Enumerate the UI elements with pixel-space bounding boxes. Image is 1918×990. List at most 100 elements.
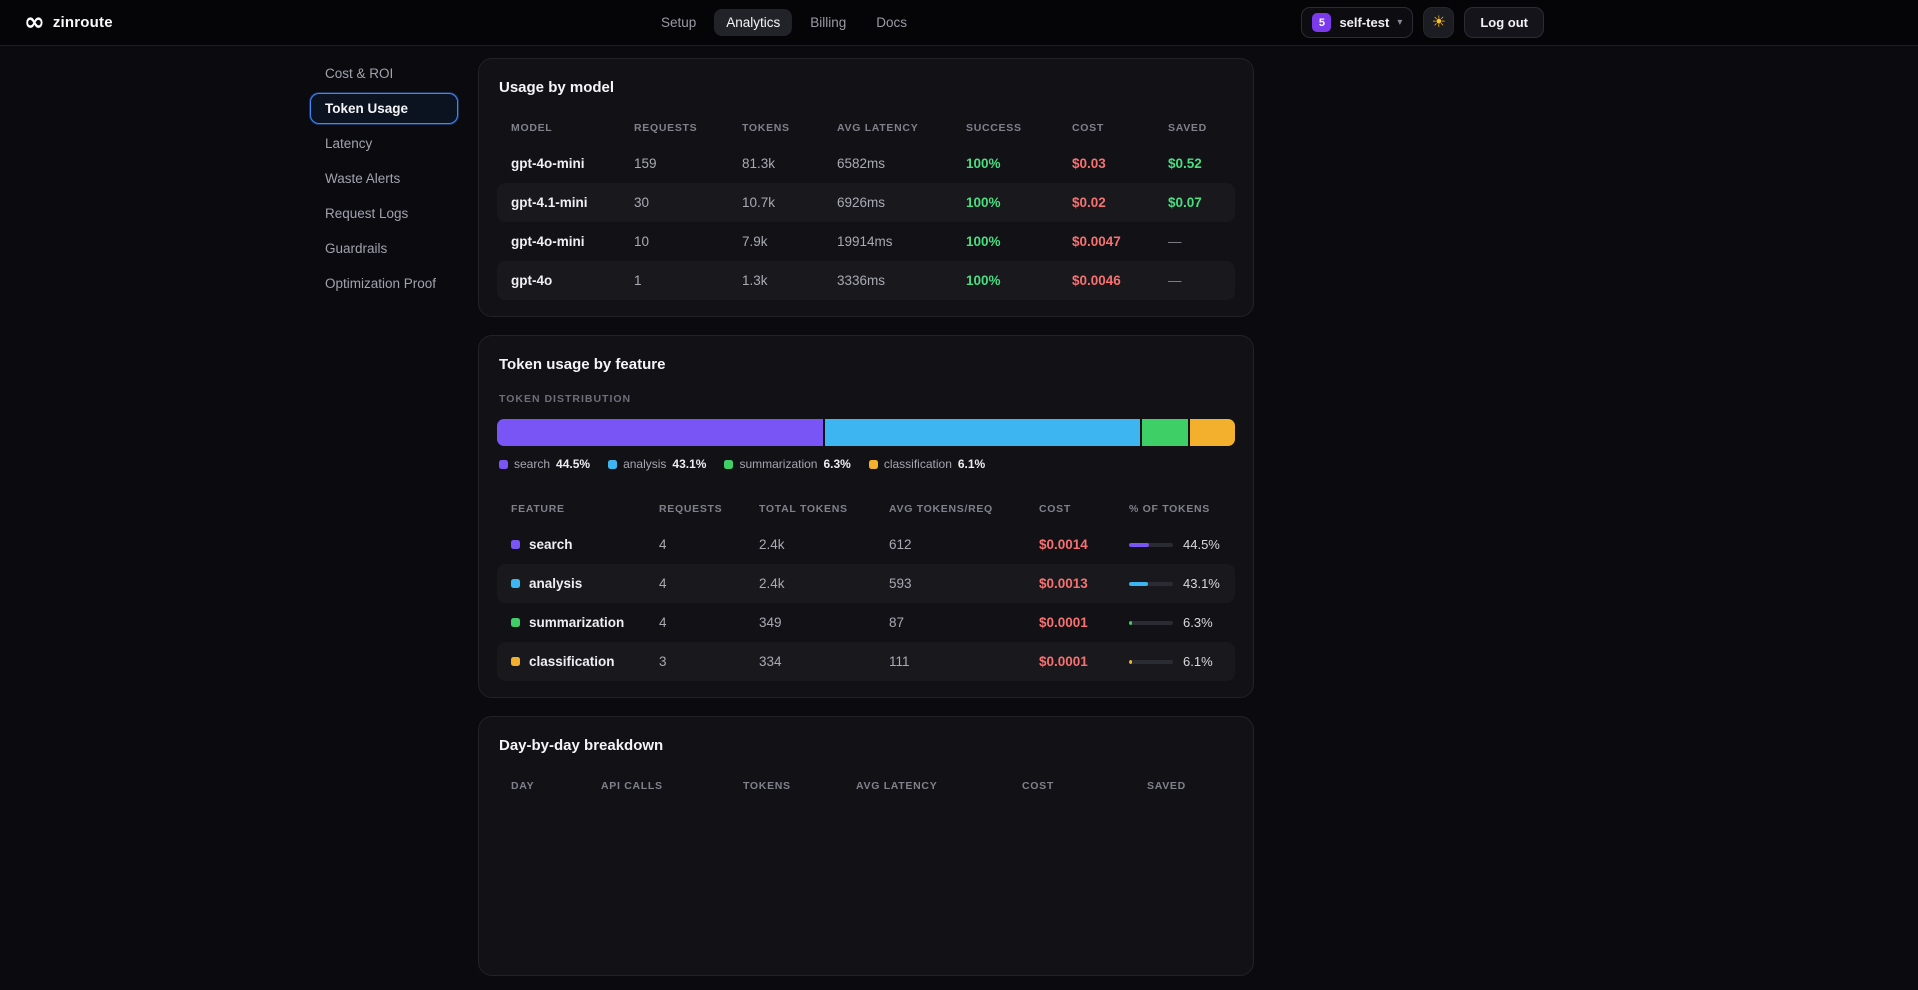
brand-name: zinroute — [52, 14, 113, 31]
cost-cell: $0.0001 — [1039, 615, 1088, 630]
classification-swatch-icon — [868, 459, 878, 469]
avg-tokens-req-cell: 87 — [889, 615, 905, 630]
day-breakdown-table: DAY API CALLS TOKENS AVG LATENCY COST SA… — [497, 770, 1235, 802]
column-header-cost: COST — [1039, 503, 1071, 515]
tokens-cell: 81.3k — [742, 156, 776, 171]
infinity-logo-icon: ∞ — [24, 6, 45, 36]
chevron-down-icon: ▾ — [1397, 17, 1403, 28]
day-breakdown-card: Day-by-day breakdown DAY API CALLS TOKEN… — [478, 716, 1254, 976]
summarization-swatch-icon — [511, 618, 520, 627]
logout-button[interactable]: Log out — [1464, 7, 1544, 38]
model-name-cell: gpt-4o-mini — [511, 234, 585, 249]
legend-item-classification: classification 6.1% — [868, 457, 985, 471]
pct-value: 6.3% — [1183, 615, 1213, 630]
cost-cell: $0.0013 — [1039, 576, 1088, 591]
project-name: self-test — [1339, 15, 1390, 30]
column-header-pct-of-tokens: % OF TOKENS — [1129, 503, 1211, 515]
nav-item-setup[interactable]: Setup — [649, 9, 708, 36]
summarization-swatch-icon — [724, 459, 734, 469]
feature-name: analysis — [529, 576, 583, 591]
column-header-avg-tokens-req: AVG TOKENS/REQ — [889, 503, 993, 515]
column-header-success: SUCCESS — [966, 122, 1022, 134]
sidebar-item-waste-alerts[interactable]: Waste Alerts — [310, 163, 458, 194]
topbar-right-controls: 5 self-test ▾ ☀ Log out — [1301, 7, 1544, 38]
requests-cell: 4 — [659, 537, 667, 552]
pct-value: 43.1% — [1183, 576, 1220, 591]
sidebar-item-cost-roi[interactable]: Cost & ROI — [310, 58, 458, 89]
tokens-cell: 10.7k — [742, 195, 776, 210]
feature-name-cell: summarization — [511, 615, 659, 630]
legend-item-summarization: summarization 6.3% — [724, 457, 851, 471]
brand[interactable]: ∞ zinroute — [24, 6, 113, 36]
usage-by-model-title: Usage by model — [499, 79, 615, 96]
saved-cell: $0.52 — [1168, 156, 1202, 171]
pct-bar-track — [1129, 542, 1173, 547]
sidebar-item-token-usage[interactable]: Token Usage — [310, 93, 458, 124]
column-header-avg-latency: AVG LATENCY — [856, 780, 938, 792]
requests-cell: 1 — [634, 273, 642, 288]
sidebar-item-request-logs[interactable]: Request Logs — [310, 198, 458, 229]
sidebar-item-latency[interactable]: Latency — [310, 128, 458, 159]
cost-cell: $0.02 — [1072, 195, 1106, 210]
total-tokens-cell: 2.4k — [759, 576, 785, 591]
avg-tokens-req-cell: 612 — [889, 537, 912, 552]
feature-table-row: search 4 2.4k 612 $0.0014 44.5% — [497, 525, 1235, 564]
saved-cell: — — [1168, 273, 1182, 288]
usage-by-model-card: Usage by model MODEL REQUESTS TOKENS AVG… — [478, 58, 1254, 317]
analysis-swatch-icon — [511, 579, 520, 588]
nav-item-analytics[interactable]: Analytics — [714, 9, 793, 36]
model-table-row: gpt-4o-mini 10 7.9k 19914ms 100% $0.0047 — — [497, 222, 1235, 261]
success-cell: 100% — [966, 156, 1001, 171]
cost-cell: $0.0001 — [1039, 654, 1088, 669]
requests-cell: 30 — [634, 195, 650, 210]
column-header-feature: FEATURE — [511, 503, 565, 515]
pct-value: 6.1% — [1183, 654, 1213, 669]
model-name-cell: gpt-4o — [511, 273, 553, 288]
total-tokens-cell: 334 — [759, 654, 782, 669]
feature-table-row: summarization 4 349 87 $0.0001 6.3% — [497, 603, 1235, 642]
distribution-segment-search — [497, 419, 823, 446]
column-header-requests: REQUESTS — [659, 503, 723, 515]
pct-bar-track — [1129, 620, 1173, 625]
content: Usage by model MODEL REQUESTS TOKENS AVG… — [478, 58, 1254, 990]
avg-tokens-req-cell: 593 — [889, 576, 912, 591]
column-header-requests: REQUESTS — [634, 122, 698, 134]
feature-name-cell: search — [511, 537, 659, 552]
column-header-api-calls: API CALLS — [601, 780, 663, 792]
pct-bar-fill — [1129, 620, 1132, 625]
feature-table-row: classification 3 334 111 $0.0001 6.1% — [497, 642, 1235, 681]
search-swatch-icon — [499, 459, 508, 469]
nav-item-billing[interactable]: Billing — [798, 9, 858, 36]
sidebar-item-optimization-proof[interactable]: Optimization Proof — [310, 268, 458, 299]
tokens-cell: 7.9k — [742, 234, 768, 249]
column-header-day: DAY — [511, 780, 535, 792]
avg-latency-cell: 3336ms — [837, 273, 886, 288]
feature-table-row: analysis 4 2.4k 593 $0.0013 43.1% — [497, 564, 1235, 603]
avg-latency-cell: 19914ms — [837, 234, 893, 249]
column-header-tokens: TOKENS — [743, 780, 791, 792]
legend-label: classification — [883, 457, 952, 471]
usage-by-model-table: MODEL REQUESTS TOKENS AVG LATENCY SUCCES… — [497, 112, 1235, 300]
column-header-saved: SAVED — [1168, 122, 1207, 134]
column-header-saved: SAVED — [1147, 780, 1186, 792]
distribution-segment-analysis — [824, 419, 1141, 446]
legend-label: analysis — [623, 457, 667, 471]
cost-cell: $0.0047 — [1072, 234, 1121, 249]
nav-item-docs[interactable]: Docs — [864, 9, 919, 36]
project-selector[interactable]: 5 self-test ▾ — [1301, 7, 1414, 38]
total-tokens-cell: 349 — [759, 615, 782, 630]
sun-icon: ☀ — [1431, 13, 1447, 31]
topbar-inner: ∞ zinroute Setup Analytics Billing Docs … — [0, 0, 1568, 45]
theme-toggle-button[interactable]: ☀ — [1423, 7, 1455, 38]
column-header-cost: COST — [1072, 122, 1104, 134]
token-by-feature-rows: search 4 2.4k 612 $0.0014 44.5% analysis 4 2.4k 5… — [497, 525, 1235, 681]
sidebar-item-guardrails[interactable]: Guardrails — [310, 233, 458, 264]
app-root: ∞ zinroute Setup Analytics Billing Docs … — [0, 0, 1918, 990]
avg-tokens-req-cell: 111 — [889, 654, 910, 669]
saved-cell: — — [1168, 234, 1182, 249]
legend-value: 44.5% — [556, 457, 591, 471]
pct-bar-fill — [1129, 659, 1132, 664]
legend-label: summarization — [739, 457, 818, 471]
model-table-row: gpt-4o-mini 159 81.3k 6582ms 100% $0.03 $0.52 — [497, 144, 1235, 183]
pct-bar-fill — [1129, 581, 1148, 586]
